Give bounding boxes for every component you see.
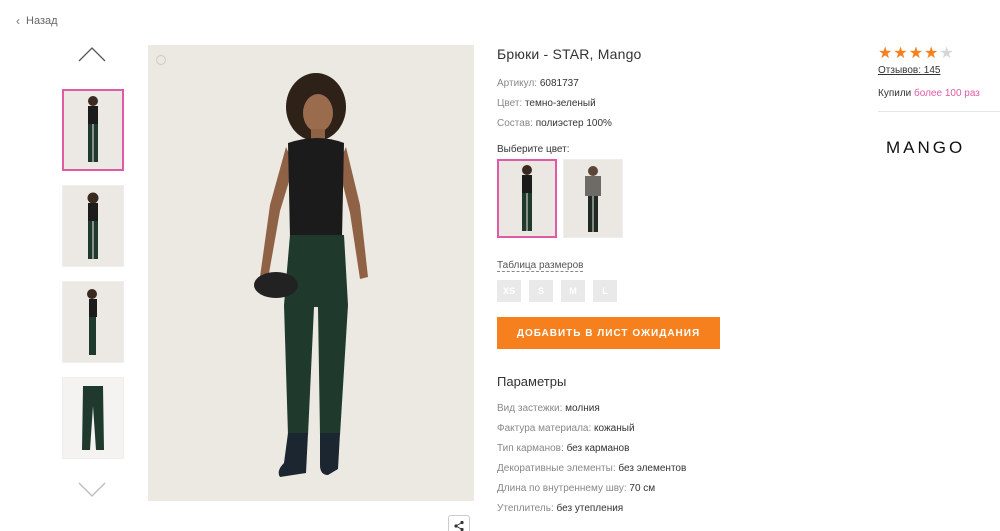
divider	[878, 111, 1000, 112]
main-product-image[interactable]	[148, 45, 474, 501]
params-title: Параметры	[497, 374, 567, 389]
color-value: темно-зеленый	[524, 98, 596, 109]
color-swatches	[497, 159, 837, 238]
param-key: Длина по внутреннему шву:	[497, 483, 627, 494]
arrow-up-icon[interactable]	[76, 44, 108, 64]
model-illustration	[254, 73, 368, 477]
param-row: Фактура материала: кожаный	[497, 419, 837, 439]
star-icon: ★	[939, 45, 954, 62]
star-icon: ★	[878, 45, 893, 62]
param-key: Вид застежки:	[497, 403, 563, 414]
star-icon: ★	[908, 45, 924, 62]
param-key: Утеплитель:	[497, 503, 554, 514]
param-value: кожаный	[594, 423, 635, 434]
color-key: Цвет:	[497, 98, 523, 109]
share-glyph	[454, 520, 464, 531]
param-value: без карманов	[566, 443, 630, 454]
add-to-waitlist-button[interactable]: ДОБАВИТЬ В ЛИСТ ОЖИДАНИЯ	[497, 317, 720, 349]
param-row: Тип карманов: без карманов	[497, 439, 837, 459]
star-icon: ★	[893, 45, 908, 62]
rating-panel: ★ ★ ★ ★ ★ Отзывов: 145 Купили более 100 …	[878, 46, 1000, 158]
model-side-thumb-image	[87, 289, 97, 355]
param-row: Вид застежки: молния	[497, 399, 837, 419]
model-front-thumb-image	[88, 96, 98, 162]
article-row: Артикул: 6081737	[497, 74, 837, 94]
param-key: Фактура материала:	[497, 423, 592, 434]
size-l[interactable]: L	[593, 280, 617, 302]
choose-color-label: Выберите цвет:	[497, 144, 570, 155]
composition-row: Состав: полиэстер 100%	[497, 114, 837, 134]
swatch-alt[interactable]	[563, 159, 623, 238]
star-icon: ★	[924, 45, 939, 62]
param-row: Утеплитель: без утепления	[497, 499, 837, 519]
thumbnail-flat[interactable]	[62, 377, 124, 459]
back-label: Назад	[26, 15, 58, 27]
pants-flat-thumb-image	[82, 386, 104, 450]
share-icon[interactable]	[448, 515, 470, 531]
product-info: Брюки - STAR, Mango Артикул: 6081737 Цве…	[497, 46, 837, 519]
param-value: 70 см	[629, 483, 656, 494]
zoom-icon[interactable]	[156, 55, 166, 65]
thumbnail-back[interactable]	[62, 185, 124, 267]
composition-key: Состав:	[497, 118, 533, 129]
reviews-link[interactable]: Отзывов: 145	[878, 65, 1000, 76]
size-options: XS S M L	[497, 280, 837, 302]
size-xs[interactable]: XS	[497, 280, 521, 302]
bought-highlight: более 100 раз	[914, 88, 980, 99]
swatch-dark-green[interactable]	[497, 159, 557, 238]
param-value: без утепления	[556, 503, 624, 514]
size-s[interactable]: S	[529, 280, 553, 302]
composition-value: полиэстер 100%	[535, 118, 612, 129]
param-key: Тип карманов:	[497, 443, 564, 454]
brand-logo[interactable]: MANGO	[886, 138, 1000, 158]
param-value: без элементов	[618, 463, 687, 474]
arrow-down-icon[interactable]	[76, 480, 108, 500]
article-key: Артикул:	[497, 78, 538, 89]
color-row: Цвет: темно-зеленый	[497, 94, 837, 114]
param-row: Длина по внутреннему шву: 70 см	[497, 479, 837, 499]
article-value: 6081737	[539, 78, 579, 89]
chevron-left-icon: ‹	[16, 14, 20, 28]
size-m[interactable]: M	[561, 280, 585, 302]
swatch-dark-green-image	[522, 165, 532, 231]
size-table-link[interactable]: Таблица размеров	[497, 260, 584, 272]
product-title: Брюки - STAR, Mango	[497, 46, 642, 62]
param-row: Декоративные элементы: без элементов	[497, 459, 837, 479]
bought-prefix: Купили	[878, 88, 912, 99]
swatch-alt-image	[585, 166, 601, 232]
thumbnail-side[interactable]	[62, 281, 124, 363]
thumbnail-front[interactable]	[62, 89, 124, 171]
param-value: молния	[565, 403, 600, 414]
model-back-thumb-image	[87, 192, 99, 259]
param-key: Декоративные элементы:	[497, 463, 616, 474]
back-link[interactable]: ‹ Назад	[16, 14, 58, 28]
bought-count: Купили более 100 раз	[878, 88, 1000, 99]
star-rating: ★ ★ ★ ★ ★	[878, 46, 1000, 62]
